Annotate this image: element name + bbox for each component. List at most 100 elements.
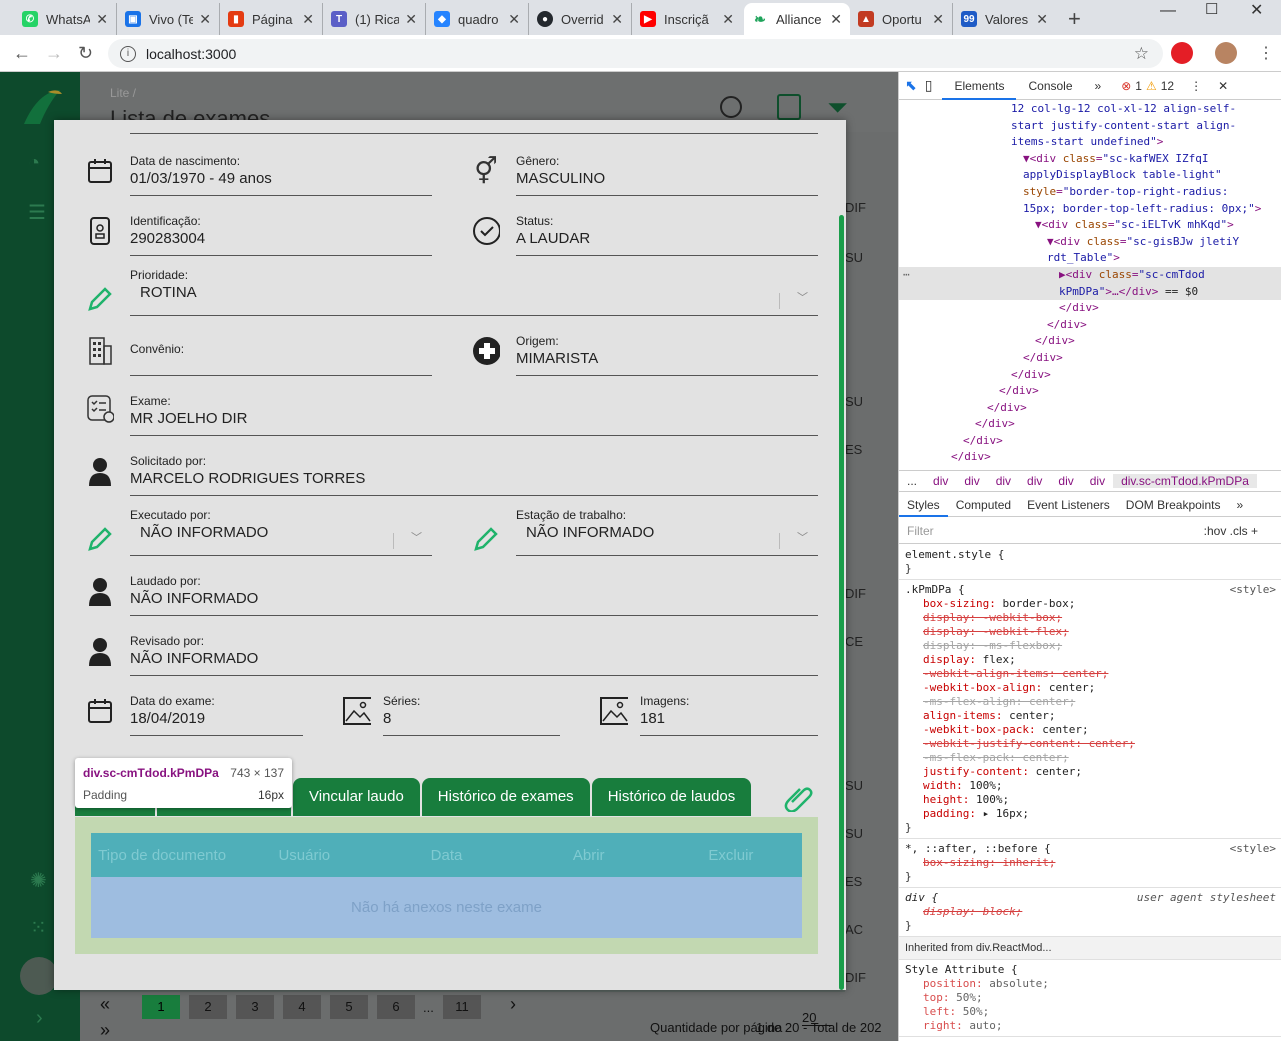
bulb-icon[interactable]: ✺	[30, 868, 47, 893]
close-tab-icon[interactable]: ✕	[508, 11, 520, 28]
whatsapp-icon: ✆	[22, 11, 38, 27]
browser-tab-active[interactable]: ❧ Alliance ✕	[744, 3, 850, 35]
calendar-icon[interactable]	[777, 94, 801, 120]
tab-vincular-laudo[interactable]: Vincular laudo	[293, 778, 420, 816]
attachments-panel: Tipo de documento Usuário Data Abrir Exc…	[75, 817, 818, 954]
url-input[interactable]: i localhost:3000 ☆	[108, 39, 1163, 68]
styles-pane[interactable]: element.style {} .kPmDPa {<style> box-si…	[899, 545, 1281, 1041]
edit-pencil-icon[interactable]	[472, 524, 500, 554]
close-tab-icon[interactable]: ✕	[199, 11, 211, 28]
tab-console[interactable]: Console	[1016, 79, 1084, 93]
close-tab-icon[interactable]: ✕	[611, 11, 623, 28]
opera-extension-icon[interactable]	[1171, 42, 1193, 64]
close-tab-icon[interactable]: ✕	[302, 11, 314, 28]
id-card-icon	[86, 216, 114, 246]
bookmark-star-icon[interactable]: ☆	[1134, 44, 1149, 64]
more-tabs-icon[interactable]: »	[1228, 498, 1251, 512]
close-tab-icon[interactable]: ✕	[932, 11, 944, 28]
dashboard-icon[interactable]: ◔	[28, 152, 40, 175]
tab-styles[interactable]: Styles	[899, 493, 948, 517]
github-icon: ●	[537, 11, 553, 27]
warning-icon[interactable]: ⚠	[1146, 79, 1157, 93]
edit-pencil-icon[interactable]	[86, 284, 114, 314]
browser-tab-4[interactable]: ◆ quadro ✕	[426, 3, 529, 35]
reload-icon[interactable]: ↻	[78, 43, 93, 64]
close-tab-icon[interactable]: ✕	[722, 11, 734, 28]
error-icon[interactable]: ⊗	[1121, 79, 1131, 93]
browser-tab-8[interactable]: ▲ Oportu ✕	[850, 3, 953, 35]
styles-filter-input[interactable]: Filter :hov .cls +	[899, 518, 1281, 544]
tab-elements[interactable]: Elements	[942, 72, 1017, 100]
page-button-11[interactable]: 11	[443, 995, 481, 1019]
close-window-button[interactable]: ✕	[1250, 0, 1263, 20]
info-icon[interactable]: i	[120, 45, 136, 62]
selected-node[interactable]: ⋯ ▶<div class="sc-cmTdod	[899, 266, 1281, 284]
image-icon	[343, 696, 371, 726]
close-tab-icon[interactable]: ✕	[1036, 11, 1048, 28]
apps-grid-icon[interactable]: ⁙	[30, 915, 47, 940]
tab-historico-laudos[interactable]: Histórico de laudos	[591, 778, 752, 816]
column-header: Usuário	[278, 846, 331, 864]
executed-by-select[interactable]: Executado por: NÃO INFORMADO ﹀	[130, 508, 432, 556]
bg-cell: SU	[845, 394, 864, 409]
last-page-button[interactable]: »	[100, 1020, 110, 1041]
calendar-icon	[86, 696, 114, 726]
forward-arrow-icon[interactable]: →	[45, 43, 63, 64]
browser-tab-9[interactable]: 99 Valores ✕	[953, 3, 1056, 35]
page-button-2[interactable]: 2	[189, 995, 227, 1019]
new-tab-button[interactable]: +	[1068, 6, 1081, 32]
edit-pencil-icon[interactable]	[86, 524, 114, 554]
teams-icon: T	[331, 11, 347, 27]
close-devtools-icon[interactable]: ✕	[1218, 79, 1228, 93]
alliance-icon: ❧	[752, 11, 768, 27]
workstation-select[interactable]: Estação de trabalho: NÃO INFORMADO ﹀	[516, 508, 818, 556]
maximize-button[interactable]: ☐	[1205, 0, 1218, 18]
tab-computed[interactable]: Computed	[948, 498, 1019, 512]
bg-cell: SU	[845, 778, 864, 793]
person-icon	[86, 636, 114, 666]
more-tabs-icon[interactable]: »	[1085, 79, 1112, 93]
user-avatar[interactable]	[20, 957, 58, 995]
search-icon[interactable]	[720, 96, 742, 118]
bg-cell: DIF	[845, 586, 866, 601]
page-button-1[interactable]: 1	[142, 995, 180, 1019]
tab-event-listeners[interactable]: Event Listeners	[1019, 498, 1118, 512]
close-tab-icon[interactable]: ✕	[830, 11, 842, 28]
close-tab-icon[interactable]: ✕	[96, 11, 108, 28]
person-icon	[86, 576, 114, 606]
exam-date-field: Data do exame: 18/04/2019	[130, 694, 303, 736]
browser-tab-2[interactable]: ▮ Página ✕	[220, 3, 323, 35]
inspect-cursor-icon[interactable]: ⬉	[899, 77, 923, 94]
inherited-from[interactable]: Inherited from div.ReactMod...	[899, 937, 1281, 960]
menu-kebab-icon[interactable]: ⋮	[1258, 43, 1274, 63]
first-page-button[interactable]: «	[100, 994, 110, 1015]
dom-tree[interactable]: 12 col-lg-12 col-xl-12 align-self- start…	[899, 101, 1281, 471]
profile-avatar[interactable]	[1215, 42, 1237, 64]
page-button-5[interactable]: 5	[330, 995, 368, 1019]
expand-chevron-icon[interactable]: ›	[36, 1007, 43, 1030]
page-button-4[interactable]: 4	[283, 995, 321, 1019]
close-tab-icon[interactable]: ✕	[405, 11, 417, 28]
browser-tab-5[interactable]: ● Overrid ✕	[529, 3, 632, 35]
tab-dom-breakpoints[interactable]: DOM Breakpoints	[1118, 498, 1229, 512]
browser-tab-0[interactable]: ✆ WhatsA ✕	[14, 3, 117, 35]
chevron-down-icon: ﹀	[797, 292, 808, 304]
next-page-button[interactable]: ›	[510, 994, 516, 1015]
back-arrow-icon[interactable]: ←	[13, 43, 31, 64]
list-icon[interactable]: ☰	[28, 200, 46, 225]
minimize-button[interactable]: —	[1160, 2, 1176, 20]
paperclip-icon[interactable]	[784, 782, 814, 815]
filter-actions[interactable]: :hov .cls +	[1204, 524, 1258, 538]
modal-scrollbar[interactable]	[839, 215, 844, 990]
pagination: « 1 2 3 4 5 6 ... 11 › » Quantidade por …	[80, 992, 898, 1041]
tab-historico-exames[interactable]: Histórico de exames	[421, 778, 590, 816]
kebab-menu-icon[interactable]: ⋮	[1190, 79, 1202, 93]
images-field: Imagens: 181	[640, 694, 818, 736]
page-button-6[interactable]: 6	[377, 995, 415, 1019]
browser-tab-6[interactable]: ▶ Inscriçã ✕	[632, 3, 742, 35]
browser-tab-3[interactable]: T (1) Rica ✕	[323, 3, 426, 35]
page-button-3[interactable]: 3	[236, 995, 274, 1019]
priority-select[interactable]: Prioridade: ROTINA ﹀	[130, 268, 818, 316]
browser-tab-1[interactable]: ▣ Vivo (Te ✕	[117, 3, 220, 35]
device-toggle-icon[interactable]: ▯	[923, 77, 943, 94]
